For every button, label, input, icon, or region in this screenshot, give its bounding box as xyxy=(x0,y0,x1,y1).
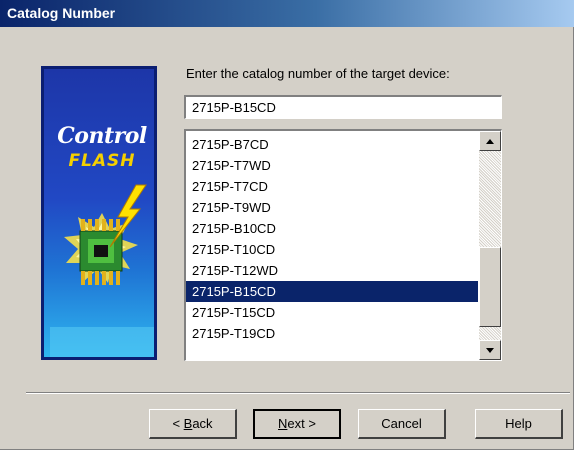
list-item[interactable]: 2715P-B10CD xyxy=(186,218,478,239)
window-title: Catalog Number xyxy=(7,5,116,21)
next-label: ext > xyxy=(287,416,316,431)
list-item[interactable]: 2715P-T10CD xyxy=(186,239,478,260)
scroll-thumb[interactable] xyxy=(479,247,501,327)
title-bar: Catalog Number xyxy=(0,0,574,27)
list-item[interactable]: 2715P-T12WD xyxy=(186,260,478,281)
list-item[interactable]: 2715P-T9WD xyxy=(186,197,478,218)
list-item[interactable]: 2715P-T15CD xyxy=(186,302,478,323)
next-mnemonic: N xyxy=(278,416,288,431)
help-button[interactable]: Help xyxy=(475,409,563,439)
list-item[interactable]: 2715P-B15CD xyxy=(186,281,478,302)
list-item[interactable]: 2715P-B7CD xyxy=(186,134,478,155)
list-item[interactable]: 2715P-T19CD xyxy=(186,323,478,344)
next-button[interactable]: Next > xyxy=(253,409,341,439)
back-button[interactable]: < Back xyxy=(149,409,237,439)
catalog-number-list[interactable]: 2715P-B7CD 2715P-T7WD 2715P-T7CD 2715P-T9WD… xyxy=(184,129,502,361)
logo-text-control: Control xyxy=(57,123,147,149)
catalog-number-dialog: Catalog Number Control FLASH Enter the c… xyxy=(0,0,574,450)
scroll-up-button[interactable] xyxy=(479,131,501,151)
controlflash-logo: Control FLASH xyxy=(41,66,157,360)
catalog-number-input[interactable] xyxy=(184,95,502,119)
list-item[interactable]: 2715P-T7CD xyxy=(186,176,478,197)
chip-lightning-icon xyxy=(50,184,154,357)
back-label: ack xyxy=(192,416,213,431)
list-item[interactable]: 2715P-T7WD xyxy=(186,155,478,176)
logo-text-flash: FLASH xyxy=(68,151,136,171)
list-scrollbar[interactable] xyxy=(479,131,501,360)
cancel-button[interactable]: Cancel xyxy=(358,409,446,439)
catalog-prompt-label: Enter the catalog number of the target d… xyxy=(186,66,450,81)
arrow-down-icon xyxy=(486,348,494,353)
button-separator xyxy=(26,392,570,394)
back-prefix: < xyxy=(172,416,184,431)
catalog-list-items: 2715P-B7CD 2715P-T7WD 2715P-T7CD 2715P-T9WD… xyxy=(186,134,478,344)
arrow-up-icon xyxy=(486,139,494,144)
scroll-down-button[interactable] xyxy=(479,340,501,360)
